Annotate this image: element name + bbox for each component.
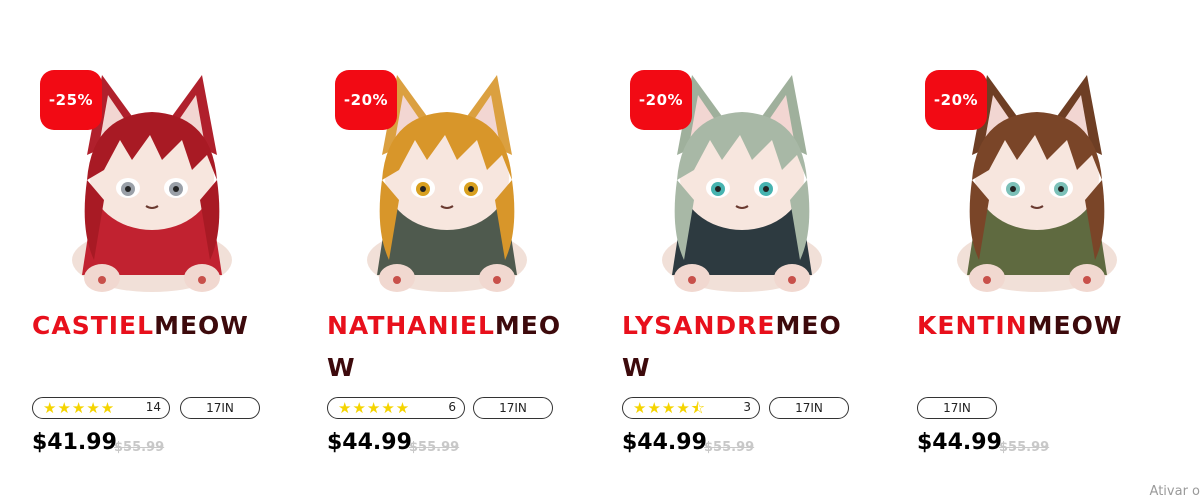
size-option-button[interactable]: 17IN xyxy=(180,397,260,419)
star-rating-icon: ★★★★★ xyxy=(43,398,116,417)
star-rating-icon: ★★★★★ xyxy=(338,398,411,417)
size-option-button[interactable]: 17IN xyxy=(473,397,553,419)
discount-badge: -20% xyxy=(335,70,397,130)
original-price: $55.99 xyxy=(114,440,165,455)
product-title[interactable]: CASTIELMEOW xyxy=(32,305,272,347)
discount-badge: -25% xyxy=(40,70,102,130)
product-title[interactable]: LYSANDREMEOW xyxy=(622,305,862,389)
rating-pill[interactable]: ★★★★★ 14 xyxy=(32,397,170,419)
original-price: $55.99 xyxy=(999,440,1050,455)
original-price: $55.99 xyxy=(704,440,755,455)
sale-price: $44.99 xyxy=(622,430,707,455)
sale-price: $41.99 xyxy=(32,430,117,455)
sale-price: $44.99 xyxy=(917,430,1002,455)
product-title[interactable]: KENTINMEOW xyxy=(917,305,1157,347)
discount-badge: -20% xyxy=(630,70,692,130)
rating-pill[interactable]: ★★★★★ 6 xyxy=(327,397,465,419)
review-count: 14 xyxy=(145,400,161,414)
star-rating-icon: ★★★★⯪ xyxy=(633,398,706,417)
review-count: 6 xyxy=(448,400,456,414)
product-card-kentin[interactable]: -20% KENTINMEOW 17IN $44.99 $55.99 xyxy=(917,0,1177,502)
product-card-castiel[interactable]: -25% CASTIELMEOW ★★★★★ 14 17IN $41.99 $5… xyxy=(32,0,292,502)
rating-pill[interactable]: ★★★★⯪ 3 xyxy=(622,397,760,419)
product-card-lysandre[interactable]: -20% LYSANDREMEOW ★★★★⯪ 3 17IN $44.99 $5… xyxy=(622,0,882,502)
original-price: $55.99 xyxy=(409,440,460,455)
product-card-nathaniel[interactable]: -20% NATHANIELMEOW ★★★★★ 6 17IN $44.99 $… xyxy=(327,0,587,502)
sale-price: $44.99 xyxy=(327,430,412,455)
discount-badge: -20% xyxy=(925,70,987,130)
size-option-button[interactable]: 17IN xyxy=(769,397,849,419)
product-title[interactable]: NATHANIELMEOW xyxy=(327,305,567,389)
review-count: 3 xyxy=(743,400,751,414)
activate-windows-text: Ativar o xyxy=(1149,484,1200,499)
size-option-button[interactable]: 17IN xyxy=(917,397,997,419)
